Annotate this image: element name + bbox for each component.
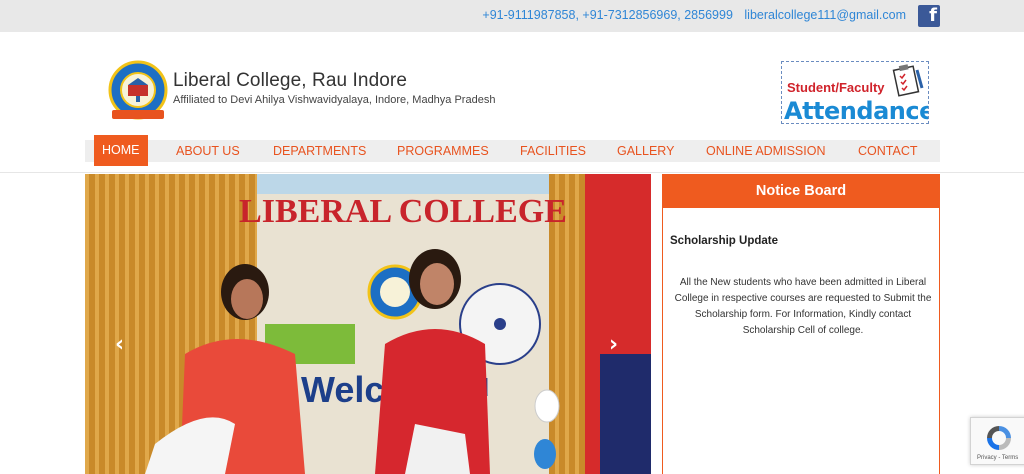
nav-item-online-admission[interactable]: ONLINE ADMISSION <box>706 144 825 158</box>
nav-item-contact[interactable]: CONTACT <box>858 144 918 158</box>
recaptcha-links[interactable]: Privacy - Terms <box>977 455 1018 461</box>
notice-body: All the New students who have been admit… <box>674 277 932 336</box>
attendance-banner[interactable]: Student/Faculty Attendance <box>781 61 929 124</box>
nav-item-programmes[interactable]: PROGRAMMES <box>397 144 489 158</box>
nav-item-departments[interactable]: DEPARTMENTS <box>273 144 366 158</box>
nav-item-facilities[interactable]: FACILITIES <box>520 144 586 158</box>
top-bar: +91-9111987858, +91-7312856969, 2856999 … <box>0 0 1024 32</box>
slider-next-arrow[interactable]: › <box>609 332 618 357</box>
affiliation-text: Affiliated to Devi Ahilya Vishwavidyalay… <box>173 94 496 106</box>
attendance-line2: Attendance <box>784 97 929 124</box>
college-logo[interactable] <box>106 60 170 124</box>
banner-title: LIBERAL COLLEGE <box>239 193 567 230</box>
college-name[interactable]: Liberal College, Rau Indore <box>173 70 407 92</box>
clipboard-icon <box>892 64 924 97</box>
nav-item-home[interactable]: HOME <box>94 135 148 166</box>
nav-item-about-us[interactable]: ABOUT US <box>176 144 240 158</box>
notice-title[interactable]: Scholarship Update <box>670 235 778 247</box>
notice-board: Notice Board Scholarship Update All the … <box>662 174 940 474</box>
main-nav: HOME ABOUT US DEPARTMENTS PROGRAMMES FAC… <box>85 135 940 166</box>
nav-divider <box>0 172 1024 173</box>
slider-prev-arrow[interactable]: ‹ <box>115 332 124 357</box>
slide-photo: LIBERAL COLLEGE Welco u <box>85 174 651 474</box>
notice-board-heading: Notice Board <box>663 175 939 208</box>
contact-info: +91-9111987858, +91-7312856969, 2856999 … <box>474 8 906 22</box>
email-link[interactable]: liberalcollege111@gmail.com <box>744 8 906 22</box>
attendance-line1: Student/Faculty <box>787 80 885 95</box>
nav-item-gallery[interactable]: GALLERY <box>617 144 674 158</box>
recaptcha-icon <box>987 426 1011 450</box>
phone-numbers[interactable]: +91-9111987858, +91-7312856969, 2856999 <box>482 8 732 22</box>
facebook-icon[interactable]: f <box>918 5 940 27</box>
image-slider[interactable]: LIBERAL COLLEGE Welco u <box>85 174 651 474</box>
recaptcha-badge[interactable]: Privacy - Terms <box>970 417 1024 465</box>
